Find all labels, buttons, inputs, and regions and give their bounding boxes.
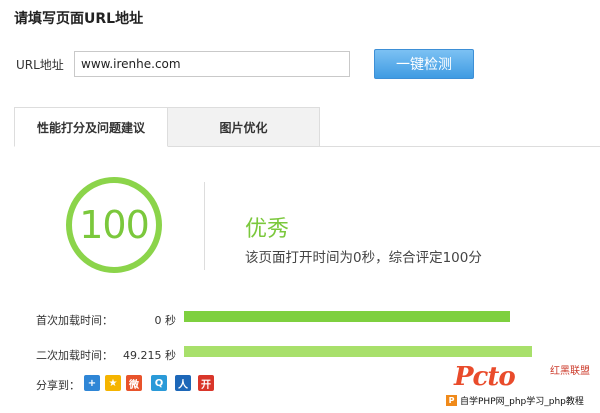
grade-label: 优秀: [245, 217, 290, 242]
second-load-bar-fill: [184, 346, 532, 357]
vertical-divider: [204, 182, 205, 270]
second-load-bar: [184, 346, 546, 357]
page-title: 请填写页面URL地址: [14, 11, 144, 27]
watermark: Pcto 红黑联盟 P 自学PHP网_php学习_php教程: [446, 362, 600, 413]
favorite-star-icon[interactable]: ★: [105, 375, 121, 391]
tab-image-optimization[interactable]: 图片优化: [168, 107, 320, 147]
renren-icon[interactable]: 人: [175, 375, 191, 391]
tab-bar: 性能打分及问题建议 图片优化: [14, 107, 600, 147]
weibo-icon[interactable]: 微: [126, 375, 142, 391]
score-ring: 100: [66, 177, 162, 273]
first-load-value: 0 秒: [154, 314, 177, 327]
detect-button[interactable]: 一键检测: [374, 49, 474, 79]
watermark-logo: Pcto: [454, 362, 516, 392]
first-load-label: 首次加载时间：: [36, 314, 113, 327]
second-load-value: 49.215 秒: [123, 349, 176, 362]
watermark-side-text: 红黑联盟: [550, 366, 590, 377]
tencent-weibo-icon[interactable]: Q: [151, 375, 167, 391]
first-load-bar-fill: [184, 311, 510, 322]
grade-description: 该页面打开时间为0秒，综合评定100分: [245, 250, 482, 266]
url-input[interactable]: [74, 51, 350, 77]
tab-performance[interactable]: 性能打分及问题建议: [14, 107, 168, 147]
first-load-bar: [184, 311, 534, 322]
share-label: 分享到：: [36, 379, 80, 392]
watermark-bar-text: 自学PHP网_php学习_php教程: [460, 396, 584, 407]
second-load-label: 二次加载时间：: [36, 349, 113, 362]
kaixin-icon[interactable]: 开: [198, 375, 214, 391]
watermark-badge: P: [446, 394, 457, 406]
watermark-bar: P 自学PHP网_php学习_php教程: [446, 393, 600, 407]
url-label: URL地址: [16, 58, 64, 72]
qzone-plus-icon[interactable]: +: [84, 375, 100, 391]
score-value: 100: [79, 203, 150, 247]
